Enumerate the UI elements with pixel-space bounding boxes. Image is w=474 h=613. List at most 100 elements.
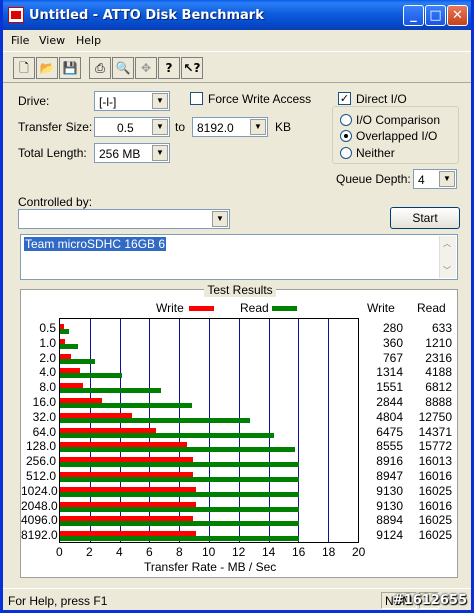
drive-select[interactable]: [-l-] ▼ [94, 91, 170, 111]
total-length-label: Total Length: [18, 146, 87, 160]
write-value: 6475 [376, 424, 403, 439]
write-value: 8894 [376, 513, 403, 528]
overlapped-io-label: Overlapped I/O [356, 129, 438, 143]
read-value: 16016 [418, 498, 452, 513]
chevron-down-icon[interactable]: ▼ [152, 93, 168, 109]
column-read-header: Read [417, 301, 446, 315]
queue-depth-select[interactable]: 4 ▼ [413, 169, 457, 189]
y-tick-label: 512.0 [25, 469, 56, 483]
read-bar [60, 536, 299, 542]
force-write-label: Force Write Access [208, 92, 312, 106]
write-value: 8555 [376, 439, 403, 454]
print-preview-icon[interactable]: 🔍 [112, 57, 134, 79]
menu-file[interactable]: File [11, 34, 29, 47]
read-value: 12750 [418, 409, 452, 424]
status-help-text: For Help, press F1 [8, 594, 108, 608]
write-value: 360 [382, 335, 403, 350]
close-button[interactable]: ✕ [447, 5, 468, 26]
move-icon[interactable]: ✥ [135, 57, 157, 79]
write-value: 9124 [376, 528, 403, 543]
chevron-down-icon[interactable]: ▼ [250, 119, 266, 135]
chart-plot-area [59, 318, 359, 543]
print-icon[interactable]: ⎙ [89, 57, 111, 79]
x-tick-label: 4 [116, 545, 123, 559]
read-value: 16025 [418, 483, 452, 498]
y-tick-label: 2.0 [39, 350, 56, 365]
write-value: 4804 [376, 409, 403, 424]
read-value: 15772 [418, 439, 452, 454]
total-length-value: 256 MB [99, 147, 141, 161]
y-tick-label: 16.0 [32, 395, 56, 409]
x-tick-label: 0 [56, 545, 63, 559]
direct-io-checkbox[interactable]: ✓ [338, 92, 351, 105]
context-help-icon[interactable]: ↖? [181, 57, 203, 79]
read-value: 1210 [425, 335, 452, 350]
menu-bar: File View Help [3, 30, 471, 51]
y-tick-label: 2048.0 [21, 498, 58, 513]
write-value: 8947 [376, 469, 403, 483]
new-icon[interactable]: 🗋 [13, 57, 35, 79]
x-tick-label: 16 [292, 545, 306, 559]
start-button[interactable]: Start [390, 207, 460, 229]
total-length-select[interactable]: 256 MB ▼ [94, 143, 170, 163]
y-tick-label: 32.0 [32, 409, 56, 424]
y-tick-label: 1.0 [39, 335, 56, 350]
test-results-title: Test Results [3, 283, 474, 297]
app-icon[interactable] [8, 7, 24, 23]
menu-help[interactable]: Help [76, 34, 101, 47]
io-comparison-radio[interactable] [340, 114, 352, 126]
y-tick-label: 64.0 [32, 424, 56, 439]
title-bar[interactable]: Untitled - ATTO Disk Benchmark _ □ ✕ [3, 0, 471, 30]
transfer-size-to-value: 8192.0 [197, 121, 234, 135]
maximize-button[interactable]: □ [425, 5, 446, 26]
neither-label: Neither [356, 146, 395, 160]
open-icon[interactable]: 📂 [36, 57, 58, 79]
read-value: 2316 [425, 350, 452, 365]
read-bar [60, 447, 295, 453]
chevron-down-icon[interactable]: ▼ [439, 171, 455, 187]
chevron-down-icon[interactable]: ▼ [212, 211, 228, 227]
write-value: 8916 [376, 454, 403, 469]
force-write-checkbox[interactable] [190, 92, 203, 105]
write-value: 1551 [376, 380, 403, 395]
y-tick-label: 4.0 [39, 365, 56, 380]
y-tick-label: 8192.0 [21, 528, 58, 543]
test-results-panel: Write Read Write Read Transfer Rate - MB… [20, 289, 458, 578]
legend-write-swatch [189, 306, 214, 311]
controlled-by-label: Controlled by: [18, 195, 93, 209]
y-tick-label: 8.0 [39, 380, 56, 395]
chevron-up-icon[interactable]: ︿ [443, 238, 451, 249]
transfer-size-label: Transfer Size: [18, 120, 93, 134]
read-value: 8888 [425, 395, 452, 409]
chevron-down-icon[interactable]: ▼ [152, 145, 168, 161]
minimize-button[interactable]: _ [403, 5, 424, 26]
chevron-down-icon[interactable]: ﹀ [443, 265, 451, 276]
neither-radio[interactable] [340, 147, 352, 159]
overlapped-io-radio[interactable] [340, 130, 352, 142]
watermark-text: #1612655 [392, 593, 467, 608]
controlled-by-select[interactable]: ▼ [18, 209, 230, 229]
read-value: 16013 [418, 454, 452, 469]
description-scrollbar[interactable]: ︿ ﹀ [439, 236, 456, 278]
write-value: 280 [382, 321, 403, 335]
x-tick-label: 10 [202, 545, 216, 559]
x-tick-label: 6 [146, 545, 153, 559]
menu-view[interactable]: View [39, 34, 65, 47]
drive-value: [-l-] [99, 95, 117, 109]
read-bar [60, 373, 123, 379]
read-bar [60, 506, 299, 512]
transfer-size-to-select[interactable]: 8192.0 ▼ [192, 117, 268, 137]
transfer-size-from-select[interactable]: 0.5 ▼ [94, 117, 170, 137]
help-icon[interactable]: ? [158, 57, 180, 79]
description-field[interactable]: Team microSDHC 16GB 6 ︿ ﹀ [20, 234, 458, 280]
gridline [328, 319, 329, 542]
x-tick-label: 20 [352, 545, 366, 559]
write-value: 2844 [376, 395, 403, 409]
read-bar [60, 432, 275, 438]
x-tick-label: 18 [322, 545, 336, 559]
chevron-down-icon[interactable]: ▼ [152, 119, 168, 135]
save-icon[interactable]: 💾 [59, 57, 81, 79]
legend-read-swatch [272, 306, 297, 311]
io-comparison-label: I/O Comparison [356, 113, 441, 127]
direct-io-label: Direct I/O [356, 92, 407, 106]
